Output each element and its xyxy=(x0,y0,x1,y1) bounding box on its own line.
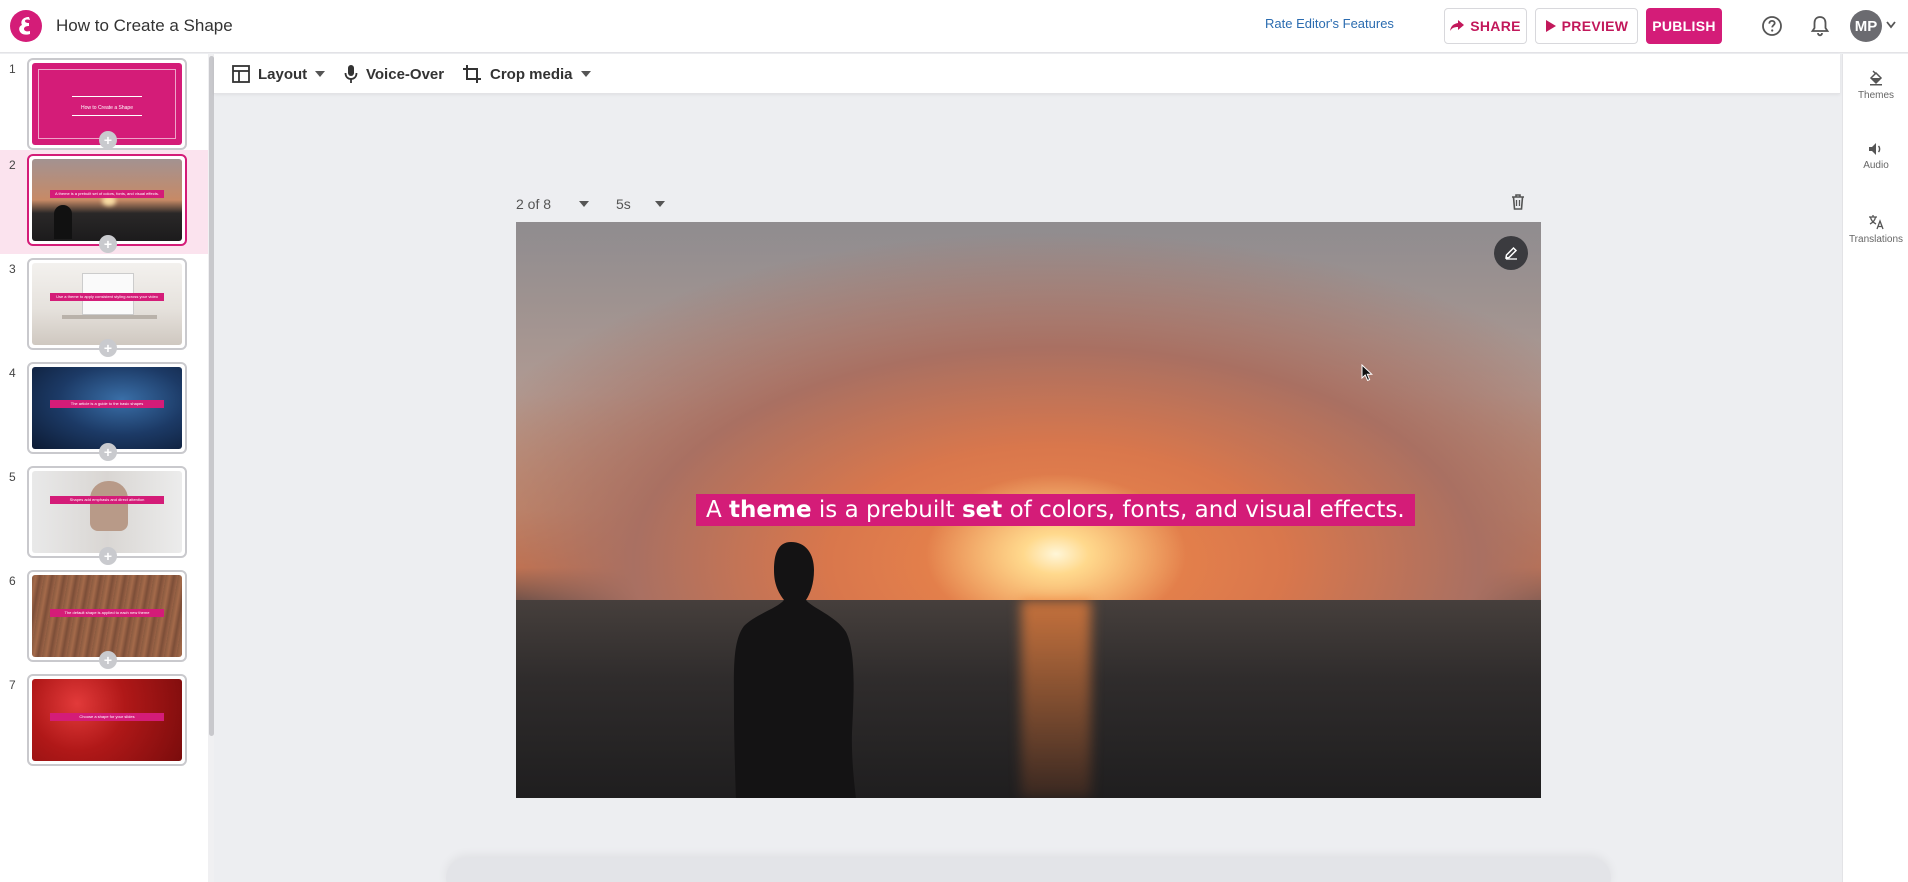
slide-number: 3 xyxy=(9,262,16,276)
pencil-icon xyxy=(1505,246,1518,260)
slides-scrollbar-thumb[interactable] xyxy=(209,56,214,736)
slide-item[interactable]: 7 Choose a shape for your slides xyxy=(0,670,208,774)
duration-dropdown[interactable]: 5s xyxy=(616,194,665,214)
mouse-cursor-icon xyxy=(1361,364,1373,382)
share-button[interactable]: SHARE xyxy=(1444,8,1527,44)
translate-icon xyxy=(1869,215,1884,230)
caret-down-icon xyxy=(580,71,591,77)
preview-button[interactable]: PREVIEW xyxy=(1535,8,1638,44)
add-slide-button[interactable]: + xyxy=(99,131,117,149)
slide-number: 2 xyxy=(9,158,16,172)
slide-thumbnail-caption: Use a theme to apply consistent styling … xyxy=(50,292,164,301)
slide-number: 1 xyxy=(9,62,16,76)
slide-thumbnail[interactable]: Use a theme to apply consistent styling … xyxy=(27,258,187,350)
slides-panel: 1 How to Create a Shape + 2 A theme is a… xyxy=(0,54,212,882)
top-bar: How to Create a Shape Rate Editor's Feat… xyxy=(0,0,1908,53)
slide-thumbnail[interactable]: A theme is a prebuilt set of colors, fon… xyxy=(27,154,187,246)
rate-features-link[interactable]: Rate Editor's Features xyxy=(1265,16,1394,31)
caption-bold-text: theme xyxy=(729,497,812,523)
caret-down-icon xyxy=(654,201,665,207)
speaker-icon xyxy=(1869,143,1881,155)
crop-media-label: Crop media xyxy=(490,65,573,83)
add-slide-button[interactable]: + xyxy=(99,443,117,461)
play-icon xyxy=(1545,20,1556,32)
slide-thumbnail-caption: A theme is a prebuilt set of colors, fon… xyxy=(50,190,164,199)
help-icon[interactable] xyxy=(1759,13,1785,39)
voice-over-button[interactable]: Voice-Over xyxy=(344,62,444,86)
caption-text: of colors, fonts, and visual effects. xyxy=(1002,497,1405,523)
slide-thumbnail[interactable]: The article is a guide to the basic shap… xyxy=(27,362,187,454)
slide-thumbnail[interactable]: Choose a shape for your slides xyxy=(27,674,187,766)
translations-label: Translations xyxy=(1848,234,1904,245)
sun-reflection xyxy=(1021,600,1091,798)
caption-bold-text: set xyxy=(961,497,1003,523)
avatar[interactable]: MP xyxy=(1850,10,1882,42)
slide-thumbnail-caption: The article is a guide to the basic shap… xyxy=(50,399,164,408)
slide-caption[interactable]: A theme is a prebuilt set of colors, fon… xyxy=(696,494,1415,526)
person-silhouette xyxy=(733,542,856,798)
editor-toolbar: Layout Voice-Over Crop media xyxy=(214,54,1840,94)
slide-number: 7 xyxy=(9,678,16,692)
slide-thumbnail-caption: Choose a shape for your slides xyxy=(50,713,164,722)
caption-text: is a prebuilt xyxy=(811,497,962,523)
share-arrow-icon xyxy=(1450,20,1465,31)
app-logo-icon[interactable] xyxy=(10,10,42,42)
audio-label: Audio xyxy=(1863,160,1889,171)
add-slide-button[interactable]: + xyxy=(99,235,117,253)
add-slide-button[interactable]: + xyxy=(99,651,117,669)
layout-label: Layout xyxy=(258,65,308,83)
crop-media-dropdown[interactable]: Crop media xyxy=(462,62,591,86)
slide-number: 6 xyxy=(9,574,16,588)
next-slide-preview xyxy=(446,858,1611,882)
preview-label: PREVIEW xyxy=(1561,18,1629,34)
publish-button[interactable]: PUBLISH xyxy=(1646,8,1722,44)
crop-icon xyxy=(463,65,481,83)
add-slide-button[interactable]: + xyxy=(99,339,117,357)
layout-icon xyxy=(232,65,250,83)
edit-slide-button[interactable] xyxy=(1494,236,1528,270)
share-label: SHARE xyxy=(1470,18,1521,34)
slide-number: 5 xyxy=(9,470,16,484)
duration-label: 5s xyxy=(616,196,631,212)
slide-thumbnail-caption: Shapes add emphasis and direct attention xyxy=(50,495,164,504)
caption-text: A xyxy=(706,497,730,523)
slide-thumbnail[interactable]: The default shape is applied to each new… xyxy=(27,570,187,662)
audio-tab[interactable]: Audio xyxy=(1843,142,1908,198)
project-title[interactable]: How to Create a Shape xyxy=(56,16,233,36)
caret-down-icon xyxy=(315,71,326,77)
slide-position-label: 2 of 8 xyxy=(516,196,552,212)
add-slide-button[interactable]: + xyxy=(99,547,117,565)
right-sidebar: Themes Audio Translations xyxy=(1842,54,1908,882)
slide-thumbnail-caption: How to Create a Shape xyxy=(81,105,133,111)
caret-down-icon xyxy=(579,201,590,207)
layout-dropdown[interactable]: Layout xyxy=(232,62,326,86)
paint-bucket-icon xyxy=(1869,70,1883,86)
slide-thumbnail[interactable]: Shapes add emphasis and direct attention xyxy=(27,466,187,558)
slide-position-dropdown[interactable]: 2 of 8 xyxy=(516,194,590,214)
themes-label: Themes xyxy=(1857,90,1895,101)
publish-label: PUBLISH xyxy=(1652,18,1716,34)
slide-number: 4 xyxy=(9,366,16,380)
chevron-down-icon[interactable] xyxy=(1886,21,1896,29)
translations-tab[interactable]: Translations xyxy=(1843,214,1908,270)
slide-thumbnail-caption: The default shape is applied to each new… xyxy=(50,609,164,618)
themes-tab[interactable]: Themes xyxy=(1843,70,1908,126)
notifications-bell-icon[interactable] xyxy=(1807,13,1833,39)
voice-over-label: Voice-Over xyxy=(366,65,445,83)
trash-icon[interactable] xyxy=(1511,194,1525,210)
microphone-icon xyxy=(344,65,358,83)
